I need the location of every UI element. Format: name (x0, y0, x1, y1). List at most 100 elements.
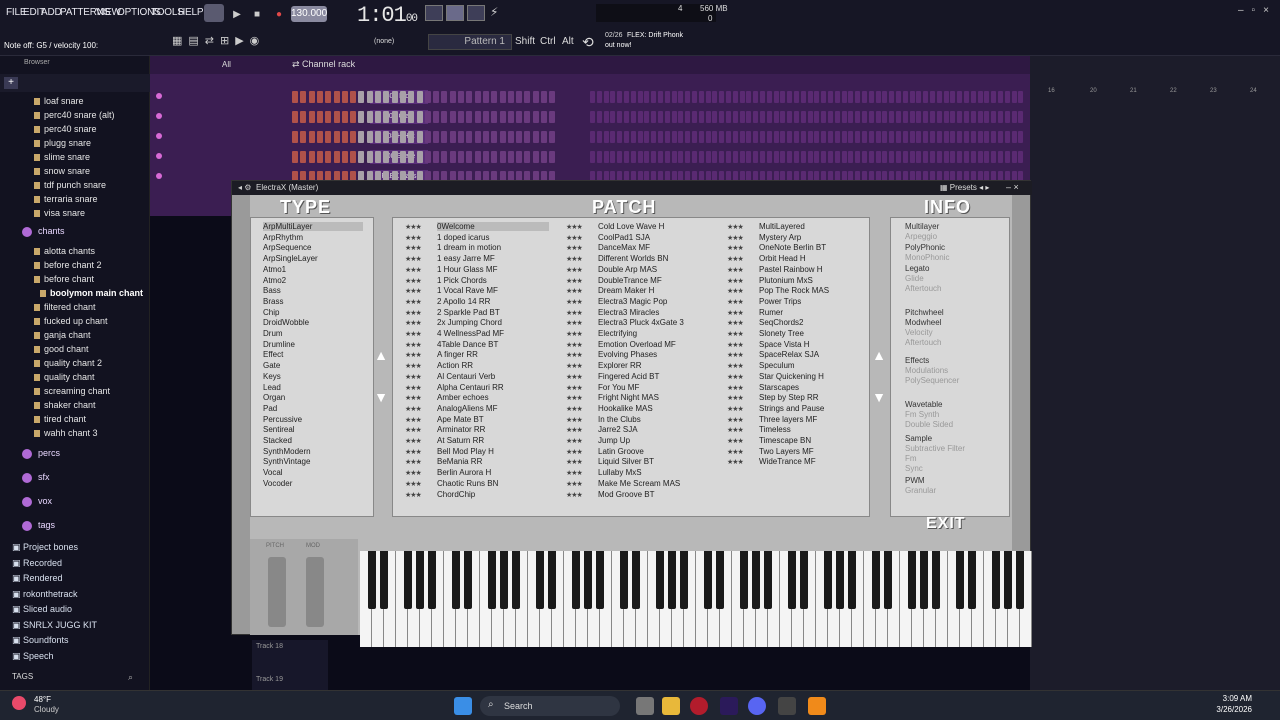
step-button[interactable] (828, 111, 833, 123)
step-button[interactable] (399, 131, 406, 143)
rating-stars[interactable]: ★★★ (566, 384, 583, 392)
step-button[interactable] (630, 151, 636, 163)
step-button[interactable] (466, 131, 473, 143)
browser-folder-item[interactable]: ▣ Rendered (12, 573, 63, 584)
step-button[interactable] (441, 91, 448, 103)
step-button[interactable] (449, 111, 456, 123)
black-key[interactable] (992, 551, 1000, 609)
rating-stars[interactable]: ★★★ (727, 330, 744, 338)
black-key[interactable] (536, 551, 544, 609)
black-key[interactable] (956, 551, 964, 609)
step-button[interactable] (617, 151, 623, 163)
step-button[interactable] (678, 151, 684, 163)
patch-item[interactable]: Arminator RR (437, 425, 485, 434)
step-button[interactable] (292, 91, 298, 103)
step-button[interactable] (909, 131, 915, 143)
step-button[interactable] (1011, 111, 1017, 123)
black-key[interactable] (908, 551, 916, 609)
step-button[interactable] (541, 111, 547, 123)
step-button[interactable] (766, 151, 772, 163)
track-19-label[interactable]: Track 19 (256, 676, 283, 683)
rating-stars[interactable]: ★★★ (727, 426, 744, 434)
step-button[interactable] (441, 111, 448, 123)
step-button[interactable] (821, 91, 827, 103)
step-button[interactable] (516, 151, 523, 163)
rating-stars[interactable]: ★★★ (405, 319, 422, 327)
step-button[interactable] (516, 131, 523, 143)
rating-stars[interactable]: ★★★ (566, 491, 583, 499)
step-button[interactable] (692, 111, 697, 123)
chatgpt-icon[interactable] (778, 697, 796, 715)
ctrl-key[interactable]: Ctrl (540, 36, 556, 47)
track-18-label[interactable]: Track 18 (256, 643, 283, 650)
step-button[interactable] (651, 111, 657, 123)
type-item[interactable]: Gate (263, 361, 280, 370)
step-button[interactable] (416, 91, 423, 103)
step-button[interactable] (828, 151, 833, 163)
step-button[interactable] (637, 91, 643, 103)
step-button[interactable] (896, 131, 901, 143)
black-key[interactable] (464, 551, 472, 609)
step-button[interactable] (936, 151, 942, 163)
step-button[interactable] (516, 111, 523, 123)
step-button[interactable] (712, 151, 718, 163)
step-button[interactable] (651, 91, 657, 103)
step-button[interactable] (889, 151, 895, 163)
step-button[interactable] (698, 111, 704, 123)
patch-item[interactable]: Action RR (437, 361, 473, 370)
step-button[interactable] (474, 151, 481, 163)
channel-row[interactable]: 3808 HiHat (150, 130, 1030, 148)
browser-file[interactable]: before chant (34, 274, 94, 284)
step-button[interactable] (739, 91, 745, 103)
patch-item[interactable]: Starscapes (759, 383, 799, 392)
step-button[interactable] (753, 91, 759, 103)
type-item[interactable]: Pad (263, 404, 277, 413)
step-button[interactable] (834, 131, 840, 143)
step-button[interactable] (984, 151, 990, 163)
explorer-icon[interactable] (662, 697, 680, 715)
step-button[interactable] (909, 151, 915, 163)
step-button[interactable] (316, 131, 323, 143)
rating-stars[interactable]: ★★★ (566, 480, 583, 488)
step-button[interactable] (739, 131, 745, 143)
step-button[interactable] (773, 91, 779, 103)
weather-icon[interactable] (12, 696, 26, 710)
waveform-icon[interactable] (425, 5, 443, 21)
rating-stars[interactable]: ★★★ (566, 405, 583, 413)
rating-stars[interactable]: ★★★ (405, 287, 422, 295)
step-button[interactable] (787, 91, 793, 103)
step-button[interactable] (923, 131, 929, 143)
channel-row[interactable]: 2808 Clap (150, 110, 1030, 128)
step-button[interactable] (491, 91, 498, 103)
rating-stars[interactable]: ★★★ (405, 351, 422, 359)
rating-stars[interactable]: ★★★ (727, 319, 744, 327)
patch-item[interactable]: WideTrance MF (759, 457, 816, 466)
patch-item[interactable]: Electra3 Miracles (598, 308, 659, 317)
step-button[interactable] (664, 111, 670, 123)
step-button[interactable] (814, 91, 820, 103)
rating-stars[interactable]: ★★★ (405, 384, 422, 392)
step-button[interactable] (814, 151, 820, 163)
step-button[interactable] (549, 151, 556, 163)
step-button[interactable] (596, 91, 602, 103)
step-button[interactable] (474, 111, 481, 123)
step-button[interactable] (325, 111, 332, 123)
step-button[interactable] (366, 111, 373, 123)
rating-stars[interactable]: ★★★ (727, 416, 744, 424)
browser-folder-item[interactable]: ▣ Recorded (12, 558, 62, 569)
browser-file[interactable]: snow snare (34, 166, 90, 176)
browser-folder-item[interactable]: ▣ Soundfonts (12, 635, 69, 646)
step-button[interactable] (596, 151, 602, 163)
channel-led-icon[interactable] (156, 173, 162, 179)
patch-item[interactable]: OneNote Berlin BT (759, 243, 826, 252)
rating-stars[interactable]: ★★★ (727, 437, 744, 445)
step-button[interactable] (991, 111, 997, 123)
browser-file[interactable]: screaming chant (34, 386, 110, 396)
step-button[interactable] (358, 91, 365, 103)
step-button[interactable] (300, 131, 307, 143)
step-button[interactable] (507, 111, 514, 123)
step-button[interactable] (1004, 131, 1010, 143)
step-button[interactable] (678, 91, 684, 103)
step-button[interactable] (350, 151, 357, 163)
step-button[interactable] (855, 131, 861, 143)
